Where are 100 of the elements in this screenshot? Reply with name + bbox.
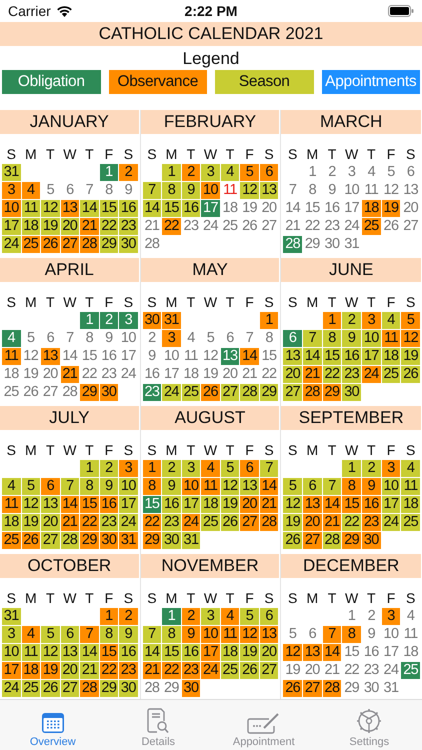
season-day[interactable]: 18 bbox=[22, 218, 40, 235]
season-day[interactable]: 10 bbox=[119, 478, 138, 495]
season-day[interactable]: 13 bbox=[41, 496, 60, 513]
season-day[interactable]: 21 bbox=[80, 662, 99, 679]
day-number[interactable]: 8 bbox=[260, 330, 278, 347]
observance-day[interactable]: 4 bbox=[22, 626, 40, 643]
day-number[interactable]: 6 bbox=[41, 330, 60, 347]
observance-day[interactable]: 9 bbox=[362, 478, 381, 495]
obligation-day[interactable]: 23 bbox=[142, 384, 162, 401]
season-day[interactable]: 22 bbox=[100, 218, 118, 235]
observance-day[interactable]: 13 bbox=[41, 348, 60, 365]
day-number[interactable]: 22 bbox=[342, 662, 361, 679]
season-day[interactable]: 20 bbox=[283, 366, 302, 383]
observance-day[interactable]: 14 bbox=[260, 478, 278, 495]
day-number[interactable]: 24 bbox=[201, 218, 220, 235]
obligation-day[interactable]: 17 bbox=[201, 200, 220, 217]
observance-day[interactable]: 3 bbox=[162, 330, 181, 347]
observance-day[interactable]: 30 bbox=[182, 680, 200, 697]
season-day[interactable]: 24 bbox=[2, 680, 21, 697]
season-day[interactable]: 17 bbox=[382, 496, 400, 513]
day-number[interactable]: 20 bbox=[260, 200, 278, 217]
season-day[interactable]: 5 bbox=[240, 608, 259, 625]
day-number[interactable]: 11 bbox=[401, 626, 420, 643]
season-day[interactable]: 4 bbox=[401, 460, 420, 477]
day-number[interactable]: 26 bbox=[382, 218, 400, 235]
day-number[interactable]: 17 bbox=[382, 644, 400, 661]
day-number[interactable]: 9 bbox=[100, 330, 118, 347]
observance-day[interactable]: 22 bbox=[142, 514, 162, 531]
observance-day[interactable]: 30 bbox=[100, 532, 118, 549]
observance-day[interactable]: 26 bbox=[22, 532, 40, 549]
day-number[interactable]: 16 bbox=[362, 644, 381, 661]
season-day[interactable]: 3 bbox=[182, 460, 200, 477]
season-day[interactable]: 8 bbox=[100, 626, 118, 643]
observance-day[interactable]: 5 bbox=[240, 164, 259, 181]
day-number[interactable]: 6 bbox=[302, 626, 322, 643]
observance-day[interactable]: 3 bbox=[382, 608, 400, 625]
observance-day[interactable]: 29 bbox=[80, 532, 99, 549]
season-day[interactable]: 24 bbox=[2, 236, 21, 253]
observance-day[interactable]: 23 bbox=[362, 514, 381, 531]
season-day[interactable]: 25 bbox=[182, 384, 200, 401]
day-number[interactable]: 5 bbox=[283, 626, 302, 643]
season-day[interactable]: 17 bbox=[362, 348, 381, 365]
day-number[interactable]: 1 bbox=[342, 608, 361, 625]
season-day[interactable]: 30 bbox=[342, 384, 361, 401]
observance-day[interactable]: 7 bbox=[322, 626, 342, 643]
season-day[interactable]: 23 bbox=[100, 514, 118, 531]
season-day[interactable]: 6 bbox=[60, 626, 80, 643]
season-day[interactable]: 12 bbox=[22, 496, 40, 513]
season-day[interactable]: 25 bbox=[401, 514, 420, 531]
season-day[interactable]: 9 bbox=[162, 478, 181, 495]
season-day[interactable]: 6 bbox=[260, 608, 278, 625]
day-number[interactable]: 28 bbox=[142, 680, 162, 697]
observance-day[interactable]: 16 bbox=[362, 496, 381, 513]
day-number[interactable]: 23 bbox=[182, 218, 200, 235]
season-day[interactable]: 7 bbox=[302, 330, 322, 347]
observance-day[interactable]: 24 bbox=[201, 662, 220, 679]
season-day[interactable]: 10 bbox=[2, 644, 21, 661]
obligation-day[interactable]: 13 bbox=[220, 348, 240, 365]
day-number[interactable]: 31 bbox=[382, 680, 400, 697]
season-day[interactable]: 29 bbox=[100, 680, 118, 697]
observance-day[interactable]: 13 bbox=[302, 644, 322, 661]
day-number[interactable]: 1 bbox=[302, 164, 322, 181]
season-day[interactable]: 23 bbox=[162, 514, 181, 531]
observance-day[interactable]: 28 bbox=[260, 514, 278, 531]
observance-day[interactable]: 27 bbox=[302, 532, 322, 549]
season-day[interactable]: 16 bbox=[119, 644, 138, 661]
season-day[interactable]: 26 bbox=[401, 366, 420, 383]
season-day[interactable]: 5 bbox=[22, 478, 40, 495]
season-day[interactable]: 9 bbox=[100, 478, 118, 495]
observance-day[interactable]: 14 bbox=[322, 496, 342, 513]
day-number[interactable]: 29 bbox=[342, 680, 361, 697]
observance-day[interactable]: 30 bbox=[100, 384, 118, 401]
season-day[interactable]: 27 bbox=[283, 384, 302, 401]
season-day[interactable]: 12 bbox=[41, 644, 60, 661]
season-day[interactable]: 3 bbox=[201, 608, 220, 625]
day-number[interactable]: 11 bbox=[362, 182, 381, 199]
observance-day[interactable]: 21 bbox=[302, 366, 322, 383]
season-day[interactable]: 27 bbox=[260, 662, 278, 679]
day-number[interactable]: 27 bbox=[260, 218, 278, 235]
day-number[interactable]: 2 bbox=[322, 164, 342, 181]
observance-day[interactable]: 27 bbox=[60, 236, 80, 253]
day-number[interactable]: 20 bbox=[401, 200, 420, 217]
day-number[interactable]: 16 bbox=[100, 348, 118, 365]
day-number[interactable]: 12 bbox=[201, 348, 220, 365]
season-day[interactable]: 15 bbox=[162, 200, 181, 217]
observance-day[interactable]: 25 bbox=[362, 218, 381, 235]
observance-day[interactable]: 4 bbox=[220, 608, 240, 625]
season-day[interactable]: 12 bbox=[41, 200, 60, 217]
day-number[interactable]: 28 bbox=[60, 384, 80, 401]
observance-day[interactable]: 29 bbox=[322, 384, 342, 401]
season-day[interactable]: 9 bbox=[119, 626, 138, 643]
season-day[interactable]: 18 bbox=[401, 496, 420, 513]
season-day[interactable]: 9 bbox=[182, 182, 200, 199]
day-number[interactable]: 7 bbox=[283, 182, 302, 199]
season-day[interactable]: 8 bbox=[162, 182, 181, 199]
observance-day[interactable]: 4 bbox=[201, 460, 220, 477]
season-day[interactable]: 7 bbox=[322, 478, 342, 495]
season-day[interactable]: 7 bbox=[142, 182, 162, 199]
day-number[interactable]: 15 bbox=[80, 348, 99, 365]
day-number[interactable]: 3 bbox=[342, 164, 361, 181]
